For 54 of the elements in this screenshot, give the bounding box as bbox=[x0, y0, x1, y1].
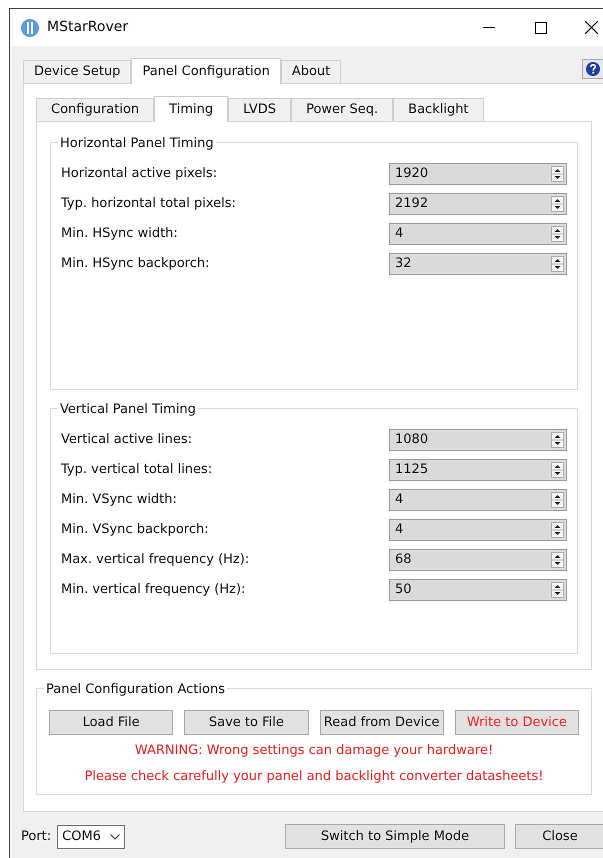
action-button[interactable]: Load File bbox=[49, 710, 174, 735]
spin-box[interactable]: 2192 bbox=[389, 193, 567, 215]
footer-button[interactable]: Close bbox=[515, 824, 603, 849]
spin-arrows-icon[interactable] bbox=[551, 582, 564, 598]
field-label: Min. HSync width: bbox=[61, 225, 178, 244]
spin-arrows-icon[interactable] bbox=[551, 462, 564, 478]
tab[interactable]: Power Seq. bbox=[291, 98, 394, 121]
chevron-down-icon bbox=[110, 834, 120, 840]
field-label: Min. HSync backporch: bbox=[61, 255, 210, 274]
spin-arrows-icon[interactable] bbox=[551, 226, 564, 242]
field-label: Vertical active lines: bbox=[61, 431, 192, 450]
tab[interactable]: About bbox=[280, 60, 342, 83]
field-label: Max. vertical frequency (Hz): bbox=[61, 551, 250, 570]
field-label: Min. VSync backporch: bbox=[61, 521, 209, 540]
spin-box[interactable]: 4 bbox=[389, 489, 567, 511]
spin-arrows-icon[interactable] bbox=[551, 256, 564, 272]
tab[interactable]: Configuration bbox=[36, 98, 154, 121]
spin-box[interactable]: 1080 bbox=[389, 429, 567, 451]
minimize-icon[interactable] bbox=[483, 26, 495, 28]
help-icon[interactable] bbox=[582, 59, 603, 79]
tab[interactable]: Timing bbox=[154, 96, 228, 122]
spin-arrows-icon[interactable] bbox=[551, 492, 564, 508]
close-icon[interactable] bbox=[585, 21, 598, 34]
spin-box[interactable]: 68 bbox=[389, 549, 567, 571]
window-title: MStarRover bbox=[47, 18, 128, 37]
spin-box[interactable]: 50 bbox=[389, 579, 567, 601]
tab[interactable]: Backlight bbox=[393, 98, 484, 121]
maximize-icon[interactable] bbox=[535, 22, 547, 34]
tab[interactable]: LVDS bbox=[228, 98, 292, 121]
spin-box[interactable]: 32 bbox=[389, 253, 567, 275]
field-label: Horizontal active pixels: bbox=[61, 165, 218, 184]
spin-arrows-icon[interactable] bbox=[551, 552, 564, 568]
action-button[interactable]: Read from Device bbox=[320, 710, 444, 735]
port-label: Port: bbox=[21, 828, 52, 846]
field-label: Typ. horizontal total pixels: bbox=[61, 195, 236, 214]
port-dropdown[interactable]: COM6 bbox=[57, 824, 126, 848]
spin-box[interactable]: 4 bbox=[389, 519, 567, 541]
spin-arrows-icon[interactable] bbox=[551, 432, 564, 448]
action-button[interactable]: Save to File bbox=[184, 710, 308, 735]
warning-text: WARNING: Wrong settings can damage your hardware! bbox=[134, 742, 494, 760]
warning-text: Please check carefully your panel and backlight converter datasheets! bbox=[84, 768, 544, 786]
field-label: Typ. vertical total lines: bbox=[61, 461, 212, 480]
spin-box[interactable]: 1125 bbox=[389, 459, 567, 481]
field-label: Min. VSync width: bbox=[61, 491, 177, 510]
spin-box[interactable]: 1920 bbox=[389, 163, 567, 185]
tab[interactable]: Device Setup bbox=[23, 60, 132, 83]
tab[interactable]: Panel Configuration bbox=[131, 58, 281, 84]
app-logo-icon bbox=[21, 18, 39, 36]
spin-arrows-icon[interactable] bbox=[551, 166, 564, 182]
spin-arrows-icon[interactable] bbox=[551, 196, 564, 212]
footer-button[interactable]: Switch to Simple Mode bbox=[285, 824, 505, 849]
field-label: Min. vertical frequency (Hz): bbox=[61, 581, 246, 600]
spin-arrows-icon[interactable] bbox=[551, 522, 564, 538]
spin-box[interactable]: 4 bbox=[389, 223, 567, 245]
